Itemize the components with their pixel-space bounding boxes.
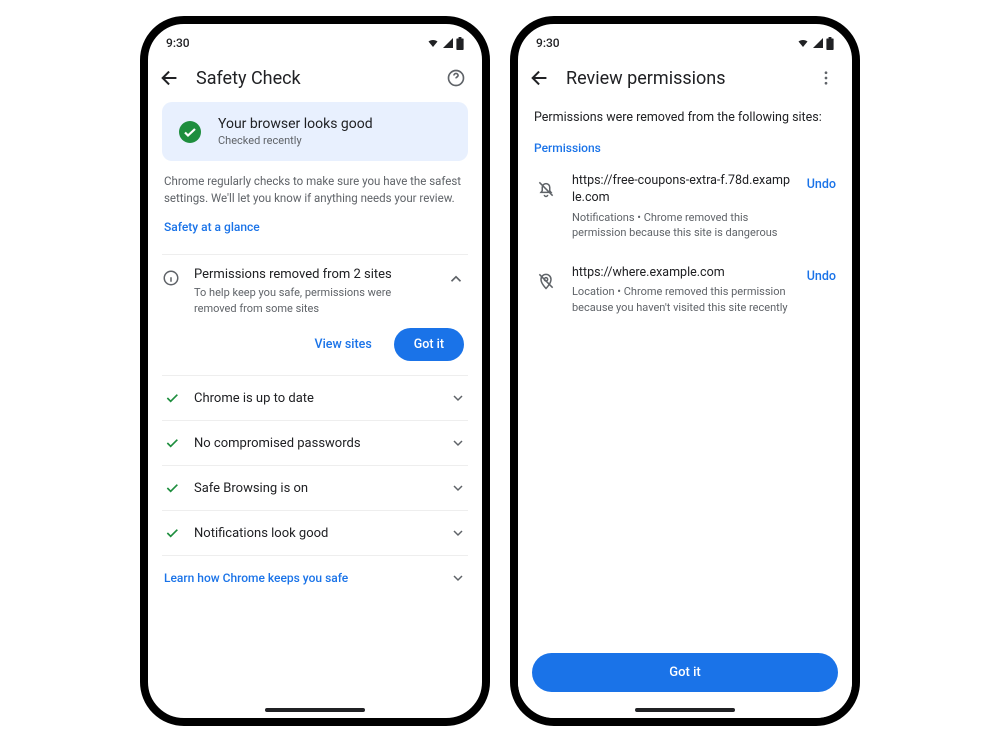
battery-icon: [456, 37, 464, 50]
status-time: 9:30: [536, 36, 560, 50]
permissions-card: Permissions removed from 2 sites To help…: [162, 254, 468, 376]
intro-text: Permissions were removed from the follow…: [534, 110, 836, 125]
chevron-down-icon: [450, 435, 466, 451]
got-it-button[interactable]: Got it: [394, 328, 464, 361]
status-icons: [426, 37, 464, 50]
check-label: Chrome is up to date: [194, 391, 436, 406]
permissions-title: Permissions removed from 2 sites: [194, 267, 430, 282]
chevron-down-icon: [450, 525, 466, 541]
collapse-button[interactable]: [444, 267, 468, 291]
notification-off-icon: [532, 175, 560, 203]
wifi-icon: [426, 37, 440, 49]
page-title: Safety Check: [196, 68, 430, 89]
check-label: Safe Browsing is on: [194, 481, 436, 496]
chevron-down-icon: [450, 390, 466, 406]
site-desc: Notifications • Chrome removed this perm…: [572, 210, 793, 241]
bottom-bar: Got it: [518, 641, 852, 718]
check-icon: [164, 435, 180, 451]
status-bar: 9:30: [148, 24, 482, 56]
check-icon: [164, 525, 180, 541]
status-card: Your browser looks good Checked recently: [162, 102, 468, 161]
page-title: Review permissions: [566, 68, 800, 89]
site-row: https://free-coupons-extra-f.78d.example…: [532, 163, 838, 255]
more-vert-icon: [817, 69, 835, 87]
status-subtitle: Checked recently: [218, 134, 373, 147]
status-bar: 9:30: [518, 24, 852, 56]
arrow-back-icon: [529, 67, 551, 89]
wifi-icon: [796, 37, 810, 49]
info-icon: [162, 269, 180, 287]
check-label: Notifications look good: [194, 526, 436, 541]
app-bar: Review permissions: [518, 56, 852, 100]
site-desc: Location • Chrome removed this permissio…: [572, 284, 793, 315]
check-circle-icon: [178, 120, 202, 144]
check-icon: [164, 480, 180, 496]
status-time: 9:30: [166, 36, 190, 50]
back-button[interactable]: [528, 66, 552, 90]
nav-handle: [265, 708, 365, 712]
site-url: https://where.example.com: [572, 265, 793, 282]
app-bar: Safety Check: [148, 56, 482, 100]
chevron-down-icon: [450, 480, 466, 496]
location-off-icon: [532, 267, 560, 295]
arrow-back-icon: [159, 67, 181, 89]
check-icon: [164, 390, 180, 406]
undo-button[interactable]: Undo: [805, 265, 838, 288]
safety-glance-link[interactable]: Safety at a glance: [164, 220, 260, 234]
check-row[interactable]: Safe Browsing is on: [162, 466, 468, 511]
check-label: No compromised passwords: [194, 436, 436, 451]
status-icons: [796, 37, 834, 50]
status-title: Your browser looks good: [218, 116, 373, 132]
check-row[interactable]: No compromised passwords: [162, 421, 468, 466]
description-text: Chrome regularly checks to make sure you…: [164, 173, 466, 206]
menu-button[interactable]: [814, 66, 838, 90]
nav-handle: [635, 708, 735, 712]
section-label: Permissions: [534, 141, 836, 155]
back-button[interactable]: [158, 66, 182, 90]
signal-icon: [442, 37, 454, 49]
help-button[interactable]: [444, 66, 468, 90]
learn-more-label: Learn how Chrome keeps you safe: [164, 571, 348, 585]
help-icon: [446, 68, 466, 88]
check-row[interactable]: Chrome is up to date: [162, 376, 468, 421]
chevron-up-icon: [447, 270, 465, 288]
permissions-subtitle: To help keep you safe, permissions were …: [194, 285, 430, 316]
site-url: https://free-coupons-extra-f.78d.example…: [572, 173, 793, 207]
undo-button[interactable]: Undo: [805, 173, 838, 196]
view-sites-button[interactable]: View sites: [303, 329, 384, 360]
signal-icon: [812, 37, 824, 49]
battery-icon: [826, 37, 834, 50]
learn-more-row[interactable]: Learn how Chrome keeps you safe: [162, 556, 468, 600]
check-row[interactable]: Notifications look good: [162, 511, 468, 556]
site-row: https://where.example.com Location • Chr…: [532, 255, 838, 330]
chevron-down-icon: [450, 570, 466, 586]
got-it-button[interactable]: Got it: [532, 653, 838, 692]
